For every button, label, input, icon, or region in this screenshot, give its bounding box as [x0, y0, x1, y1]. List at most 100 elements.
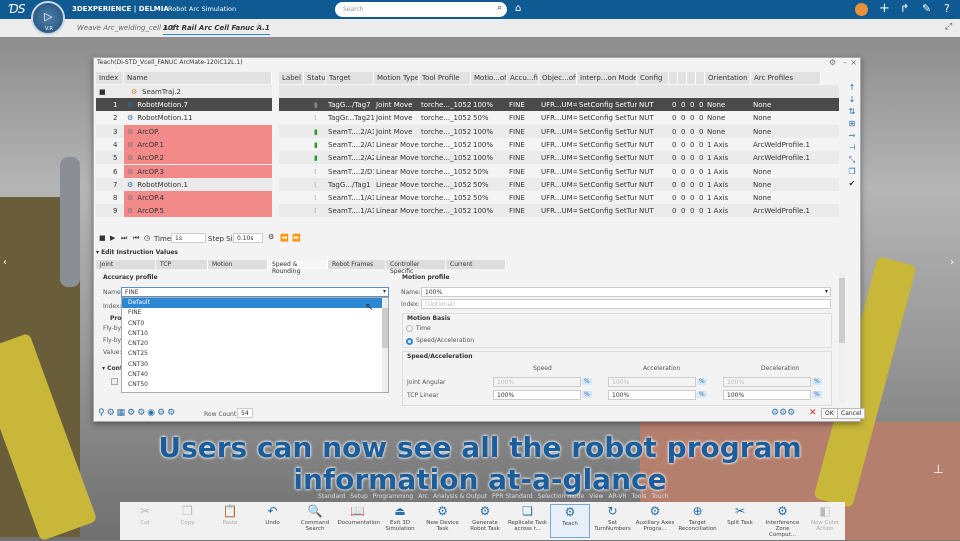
- percent-toggle[interactable]: %: [582, 378, 592, 385]
- swap-icon[interactable]: ⇅: [847, 107, 857, 117]
- command-search-button[interactable]: 🔍 Command Search: [295, 504, 335, 538]
- column-header[interactable]: Orientation: [705, 72, 751, 84]
- column-header[interactable]: Arc Profiles: [751, 72, 821, 84]
- column-header[interactable]: Tool Profile: [419, 72, 471, 84]
- tree-row[interactable]: 6 ⚙ ArcOP.3: [96, 164, 272, 178]
- stop-icon[interactable]: ■: [99, 234, 106, 242]
- chevron-right-icon[interactable]: ›: [950, 257, 954, 268]
- chevron-down-icon[interactable]: ▾: [383, 288, 386, 295]
- hierarchy-icon[interactable]: ⊞: [847, 119, 857, 129]
- tools-icon[interactable]: ✎: [922, 2, 931, 15]
- value-spinner[interactable]: 100%: [493, 377, 581, 387]
- add-tab-icon[interactable]: +: [255, 22, 263, 32]
- search-input[interactable]: Search ⌕: [335, 2, 507, 17]
- rewind-icon[interactable]: ⏪: [280, 234, 289, 242]
- interference-zone-comput-button[interactable]: ⚙ Interference Zone Comput...: [763, 504, 803, 538]
- avatar[interactable]: [855, 3, 868, 16]
- column-header[interactable]: [696, 72, 705, 84]
- column-header[interactable]: [669, 72, 678, 84]
- target-reconciliation-button[interactable]: ⊕ Target Reconciliation: [678, 504, 718, 538]
- ok-button[interactable]: OK: [821, 408, 838, 419]
- value-spinner[interactable]: 100%: [608, 390, 696, 400]
- column-header[interactable]: Label: [279, 72, 304, 84]
- time-input[interactable]: 1s: [171, 233, 206, 243]
- dropdown-option[interactable]: CNT40: [122, 370, 388, 380]
- column-header[interactable]: [678, 72, 687, 84]
- value-spinner[interactable]: 100%: [608, 377, 696, 387]
- percent-toggle[interactable]: %: [812, 391, 822, 398]
- column-header[interactable]: Motio...ofile: [471, 72, 507, 84]
- tree-row[interactable]: 9 ⚙ ArcOP.5: [96, 204, 272, 218]
- percent-toggle[interactable]: %: [697, 391, 707, 398]
- tree-parent-row[interactable]: ■ ⚙ SeamTraj.2: [96, 85, 272, 98]
- dropdown-option[interactable]: CNT60: [122, 391, 388, 393]
- column-header[interactable]: Target: [326, 72, 374, 84]
- copy-icon[interactable]: ❐: [847, 167, 857, 177]
- ribbon-tab[interactable]: Programming: [373, 493, 413, 500]
- tree-row[interactable]: 5 ⚙ ArcOP.2: [96, 151, 272, 165]
- tree-row[interactable]: 4 ⚙ ArcOP.1: [96, 137, 272, 151]
- ribbon-tab[interactable]: Setup: [350, 493, 367, 500]
- split-task-button[interactable]: ✂ Split Task: [720, 504, 760, 538]
- link-icon[interactable]: ⊸: [847, 131, 857, 141]
- tree-row[interactable]: 7 ⚙ RobotMotion.1: [96, 177, 272, 191]
- move-up-icon[interactable]: ↑: [847, 83, 857, 93]
- fast-forward-icon[interactable]: ⏩: [292, 234, 301, 242]
- close-icon[interactable]: ×: [850, 58, 857, 67]
- dropdown-scrollbar[interactable]: [382, 298, 388, 392]
- column-header[interactable]: Objec...ofile: [539, 72, 577, 84]
- paste-button[interactable]: 📋 Paste: [210, 504, 250, 538]
- chevron-down-icon[interactable]: ▾: [825, 288, 828, 295]
- collapse-icon[interactable]: ⤡: [847, 155, 857, 165]
- help-icon[interactable]: ?: [944, 2, 950, 15]
- percent-toggle[interactable]: %: [582, 391, 592, 398]
- fullscreen-icon[interactable]: ⤢: [945, 22, 952, 32]
- ribbon-tab[interactable]: Standard: [318, 493, 345, 500]
- instruction-row[interactable]: ⁞ SeamT....1/A1Linear Movetorche..._1052.…: [279, 204, 839, 218]
- tab-robot-frames[interactable]: Robot Frames: [328, 260, 386, 269]
- set-turnnumbers-button[interactable]: ↻ Set TurnNumbers: [593, 504, 633, 538]
- tab-current[interactable]: Current: [446, 260, 506, 269]
- replicate-task-across-r-button[interactable]: ❏ Replicate Task across r...: [508, 504, 548, 538]
- instruction-row[interactable]: ⁞ TagG.../Tag1 Linear Movetorche..._1052.1…: [279, 177, 839, 191]
- column-header[interactable]: Config: [637, 72, 669, 84]
- ribbon-tab[interactable]: Analysis & Output: [433, 493, 487, 500]
- compass-button[interactable]: ▷ V.R: [31, 1, 65, 35]
- instruction-row[interactable]: ▮ SeamT....2/A2Linear Movetorche..._1052.…: [279, 151, 839, 165]
- move-down-icon[interactable]: ↓: [847, 95, 857, 105]
- dropdown-option[interactable]: CNT25: [122, 349, 388, 359]
- step-size-input[interactable]: 0.10s: [233, 233, 263, 243]
- dropdown-option[interactable]: CNT50: [122, 380, 388, 390]
- value-spinner[interactable]: 100%: [723, 390, 811, 400]
- split-icon[interactable]: ⊣: [847, 143, 857, 153]
- auxiliary-axes-progra-button[interactable]: ⚙ Auxiliary Axes Progra...: [635, 504, 675, 538]
- ribbon-tab[interactable]: Arc: [418, 493, 428, 500]
- step-back-icon[interactable]: ⏮: [133, 234, 139, 243]
- instruction-row[interactable]: ⁞ SeamT....2/D1Linear Movetorche..._1052.…: [279, 164, 839, 178]
- doc-tab-weave[interactable]: Weave Arc_welding_cell A.1: [77, 24, 175, 32]
- footer-tool-icons[interactable]: ⚲⚙▦⚙⚙◉⚙⚙: [98, 408, 177, 418]
- tab-controller-specific[interactable]: Controller Specific: [386, 260, 446, 275]
- dropdown-option[interactable]: Default: [122, 298, 388, 309]
- percent-toggle[interactable]: %: [697, 378, 707, 385]
- dropdown-option[interactable]: CNT30: [122, 360, 388, 370]
- instruction-row[interactable]: ▮ SeamT....2/A1Joint Move torche..._1052.1…: [279, 124, 839, 138]
- motion-name-select[interactable]: 100% ▾: [421, 287, 831, 297]
- tree-row[interactable]: 3 ⚙ ArcOP.: [96, 124, 272, 138]
- header-index[interactable]: Index: [96, 72, 124, 84]
- checkbox[interactable]: [111, 378, 118, 385]
- copy-button[interactable]: ❐ Copy: [168, 504, 208, 538]
- ribbon-tab[interactable]: AR-VR: [608, 493, 626, 500]
- ribbon-tab[interactable]: Touch: [651, 493, 668, 500]
- value-spinner[interactable]: 100%: [723, 377, 811, 387]
- dropdown-option[interactable]: CNT0: [122, 319, 388, 329]
- cancel-button[interactable]: Cancel: [837, 408, 866, 419]
- documentation-button[interactable]: 📖 Documentation: [338, 504, 380, 538]
- instruction-row[interactable]: ⁞ SeamT....1/A1Linear Movetorche..._1052.…: [279, 191, 839, 205]
- header-name[interactable]: Name: [124, 72, 272, 84]
- tag-icon[interactable]: ⌂: [515, 3, 521, 14]
- tab-joint[interactable]: Joint: [96, 260, 156, 269]
- brush-icon[interactable]: ✔: [847, 179, 857, 189]
- doc-tab-rail-cell[interactable]: 10ft Rail Arc Cell Fanuc A.1: [163, 24, 270, 35]
- ribbon-tab[interactable]: Tools: [632, 493, 647, 500]
